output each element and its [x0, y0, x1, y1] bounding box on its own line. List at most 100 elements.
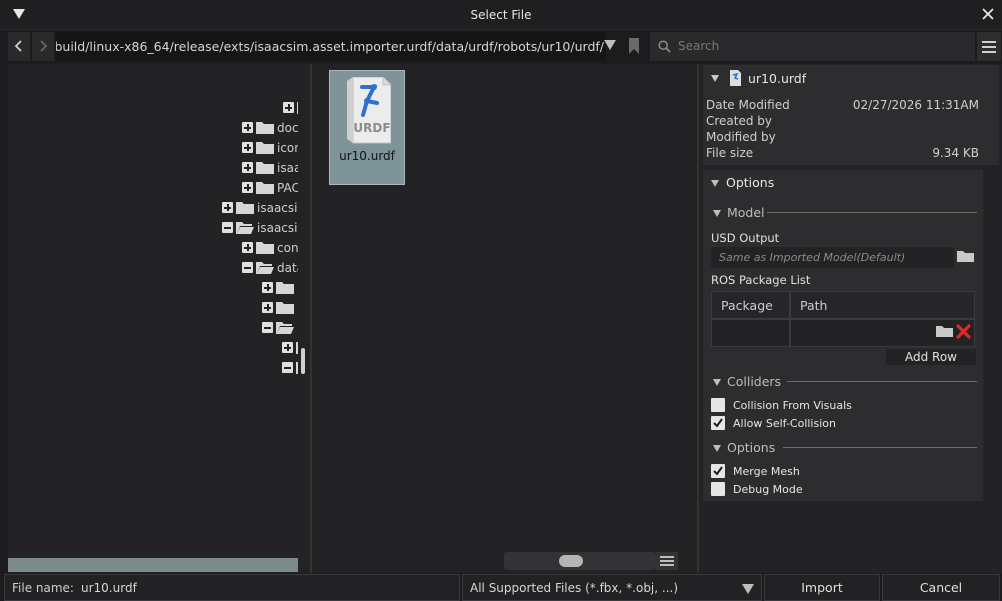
- collapse-icon[interactable]: [222, 222, 233, 233]
- collapse-icon[interactable]: [711, 75, 719, 82]
- options-section-label: Options: [727, 440, 776, 455]
- expand-icon[interactable]: [242, 162, 253, 173]
- tree-item-label: data: [277, 261, 298, 275]
- section-divider: [767, 212, 977, 213]
- chevron-down-icon: [742, 584, 754, 594]
- collapse-icon[interactable]: [713, 445, 721, 452]
- debug-mode-label: Debug Mode: [733, 483, 803, 496]
- expand-icon[interactable]: [262, 282, 273, 293]
- search-input[interactable]: [678, 35, 968, 57]
- search-box[interactable]: [650, 32, 975, 61]
- forward-button[interactable]: [32, 32, 54, 61]
- folder-icon: [256, 242, 274, 254]
- package-cell[interactable]: [711, 319, 790, 347]
- colliders-section-label: Colliders: [727, 374, 782, 389]
- folder-tree: idocsiconsisaacPACisaacsimisaacsimconfig…: [8, 64, 310, 573]
- folder-icon[interactable]: [957, 249, 974, 262]
- info-file-name: ur10.urdf: [748, 71, 807, 86]
- title-bar: Select File: [0, 0, 1002, 30]
- folder-icon: [296, 342, 298, 354]
- expand-icon[interactable]: [283, 102, 294, 113]
- ros-package-table: Package Path: [711, 291, 975, 347]
- collapse-icon[interactable]: [713, 210, 721, 217]
- close-icon[interactable]: [980, 6, 996, 22]
- file-icon: [730, 70, 741, 86]
- folder-open-icon: [256, 262, 274, 274]
- folder-open-icon: [276, 322, 294, 334]
- bookmark-icon[interactable]: [628, 37, 640, 55]
- add-row-button[interactable]: Add Row: [886, 349, 976, 365]
- chevron-right-icon: [40, 40, 48, 52]
- checkmark-icon: [713, 418, 723, 428]
- hamburger-icon: [982, 41, 996, 43]
- folder-icon: [256, 142, 274, 154]
- collapse-icon[interactable]: [713, 379, 721, 386]
- file-size-value: 9.34 KB: [932, 146, 979, 160]
- tree-item-label: isaacsim: [257, 201, 298, 215]
- tree-horizontal-scrollbar[interactable]: [8, 558, 298, 572]
- slider-knob[interactable]: [559, 555, 583, 567]
- expand-icon[interactable]: [222, 202, 233, 213]
- expand-icon[interactable]: [242, 182, 253, 193]
- tree-vertical-scrollbar[interactable]: [301, 348, 305, 374]
- file-type-filter[interactable]: All Supported Files (*.fbx, *.obj, ...): [462, 574, 762, 601]
- merge-mesh-checkbox[interactable]: [711, 464, 725, 478]
- date-modified-label: Date Modified: [706, 98, 790, 112]
- collapse-icon[interactable]: [242, 262, 253, 273]
- urdf-badge-text: URDF: [353, 121, 390, 135]
- search-icon: [658, 40, 671, 53]
- file-type-filter-value: All Supported Files (*.fbx, *.obj, ...): [470, 581, 679, 595]
- expand-icon[interactable]: [242, 242, 253, 253]
- folder-icon: [256, 162, 274, 174]
- folder-icon: [256, 182, 274, 194]
- thumbnail-size-slider[interactable]: [504, 552, 656, 570]
- folder-icon: [276, 302, 294, 314]
- back-button[interactable]: [8, 32, 30, 61]
- bottom-bar: File name: All Supported Files (*.fbx, *…: [0, 574, 1002, 601]
- file-name-input[interactable]: [81, 578, 451, 598]
- path-field[interactable]: /_build/linux-x86_64/release/exts/isaacs…: [56, 32, 606, 61]
- usd-output-field[interactable]: Same as Imported Model(Default): [711, 247, 954, 268]
- expand-icon[interactable]: [282, 342, 293, 353]
- cancel-button[interactable]: Cancel: [882, 574, 1000, 601]
- import-button[interactable]: Import: [764, 574, 880, 601]
- created-by-label: Created by: [706, 114, 773, 128]
- file-grid: URDF ur10.urdf: [312, 64, 697, 573]
- model-section-label: Model: [727, 205, 765, 220]
- collapse-icon[interactable]: [711, 180, 719, 187]
- details-panel: ur10.urdf Date Modified 02/27/2026 11:31…: [699, 64, 1002, 573]
- delete-icon[interactable]: [956, 324, 971, 339]
- section-divider: [783, 447, 977, 448]
- tree-item-label: icons: [277, 141, 298, 155]
- folder-icon: [276, 282, 294, 294]
- expand-icon[interactable]: [242, 142, 253, 153]
- folder-icon: [256, 122, 274, 134]
- tree-viewport: idocsiconsisaacPACisaacsimisaacsimconfig…: [8, 64, 298, 573]
- package-column-header: Package: [711, 291, 790, 319]
- expand-icon[interactable]: [242, 122, 253, 133]
- allow-self-collision-label: Allow Self-Collision: [733, 417, 836, 430]
- options-header: Options: [726, 175, 775, 190]
- expand-icon[interactable]: [262, 302, 273, 313]
- collision-from-visuals-label: Collision From Visuals: [733, 399, 852, 412]
- folder-icon[interactable]: [936, 324, 953, 337]
- date-modified-value: 02/27/2026 11:31AM: [852, 98, 979, 112]
- path-dropdown-icon[interactable]: [604, 40, 616, 50]
- path-text: /_build/linux-x86_64/release/exts/isaacs…: [56, 39, 604, 54]
- options-menu-button[interactable]: [977, 32, 1001, 61]
- tree-item-label: isaacsim: [257, 221, 298, 235]
- chevron-left-icon: [14, 40, 22, 52]
- window-title: Select File: [470, 8, 532, 22]
- debug-mode-checkbox[interactable]: [711, 482, 725, 496]
- list-view-button[interactable]: [656, 552, 678, 570]
- path-bar: /_build/linux-x86_64/release/exts/isaacs…: [8, 32, 1002, 61]
- collapse-icon[interactable]: [262, 322, 273, 333]
- file-name-field[interactable]: File name:: [4, 574, 460, 601]
- collision-from-visuals-checkbox[interactable]: [711, 398, 725, 412]
- file-tile[interactable]: URDF ur10.urdf: [329, 70, 405, 185]
- folder-icon: [236, 202, 254, 214]
- tree-item-label: PAC: [277, 181, 298, 195]
- usd-output-label: USD Output: [711, 231, 780, 245]
- allow-self-collision-checkbox[interactable]: [711, 416, 725, 430]
- collapse-icon[interactable]: [282, 362, 293, 373]
